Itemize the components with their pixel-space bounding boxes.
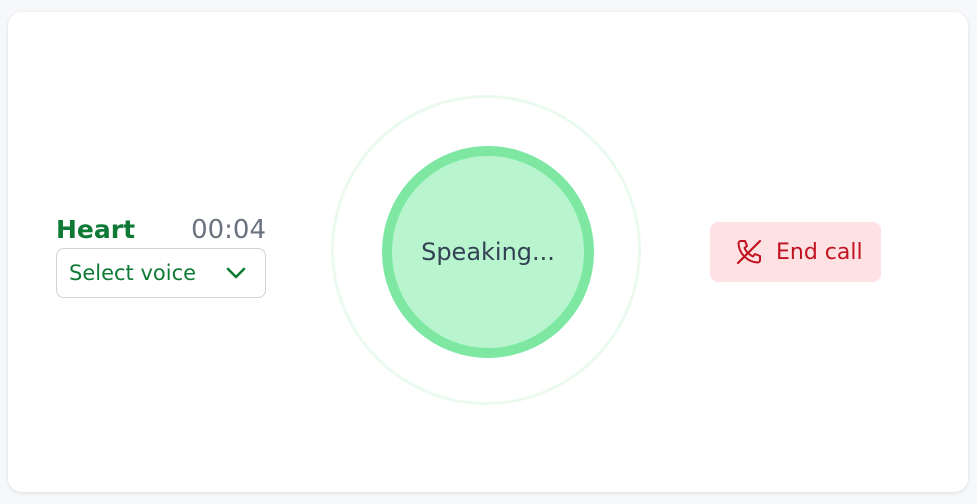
call-timer: 00:04 <box>191 215 266 245</box>
chevron-down-icon <box>226 267 246 279</box>
phone-off-icon <box>736 239 762 265</box>
voice-select-label: Select voice <box>69 261 197 285</box>
call-status: Speaking... <box>421 238 555 266</box>
voice-call-card: Heart 00:04 Select voice Speaking... End… <box>8 12 968 492</box>
voice-panel: Heart 00:04 Select voice <box>56 212 266 298</box>
voice-header: Heart 00:04 <box>56 212 266 248</box>
end-call-label: End call <box>776 239 863 265</box>
speaking-orb: Speaking... <box>382 146 594 358</box>
voice-select[interactable]: Select voice <box>56 248 266 298</box>
end-call-button[interactable]: End call <box>710 222 881 282</box>
voice-name: Heart <box>56 215 136 244</box>
